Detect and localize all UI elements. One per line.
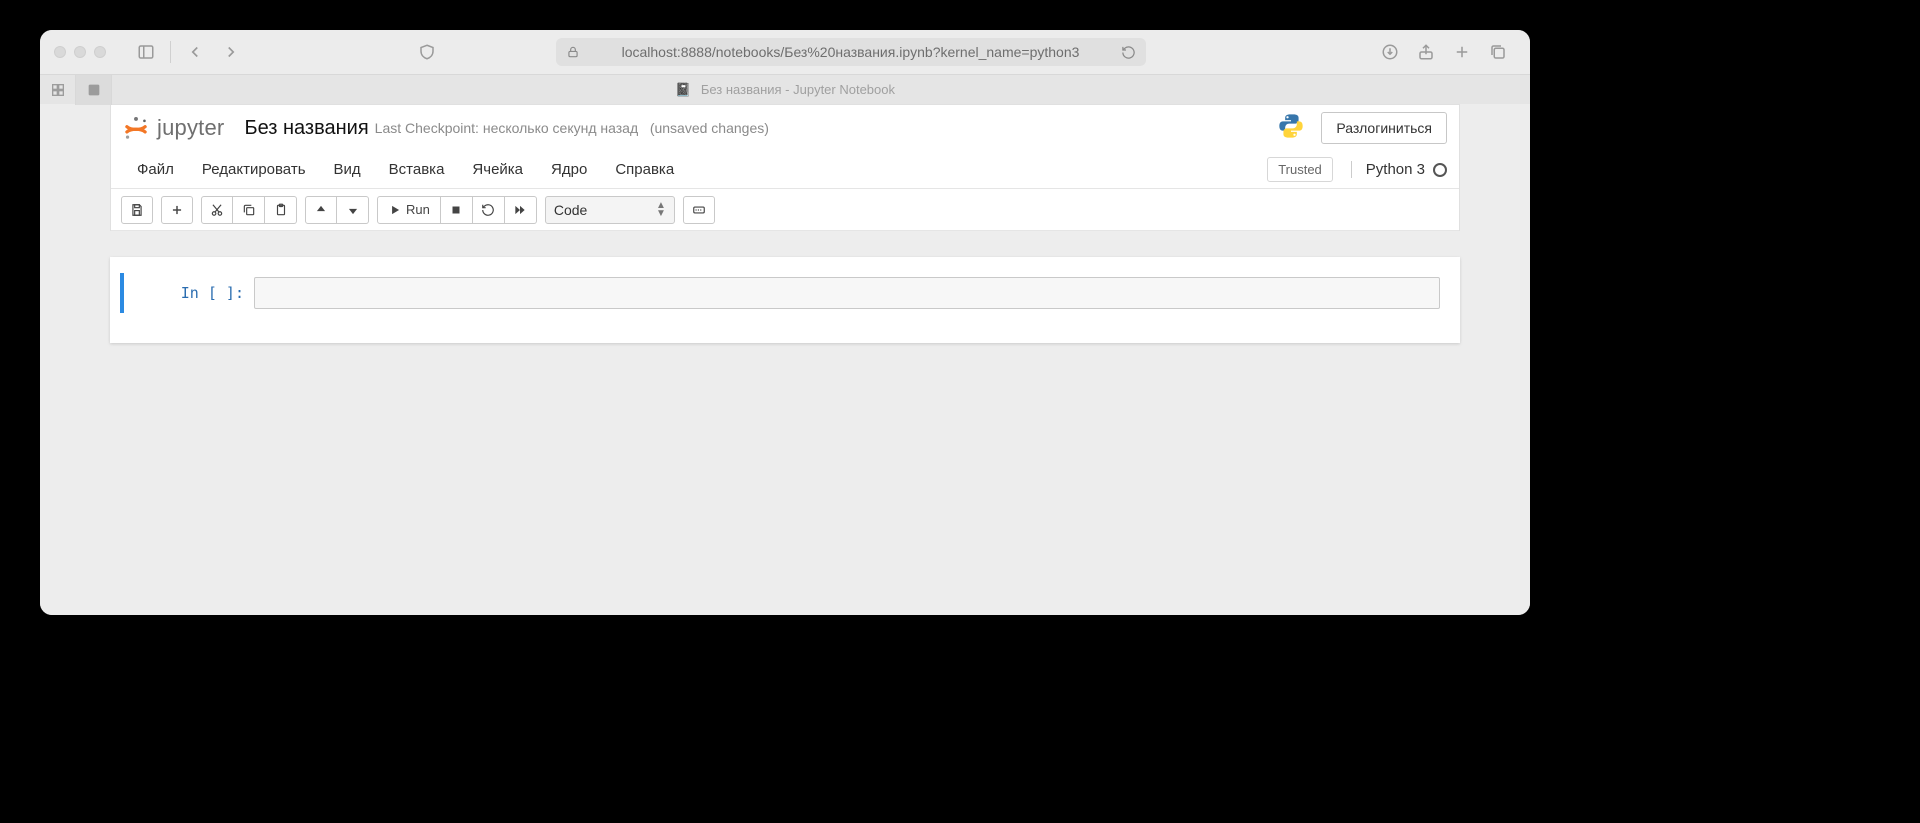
browser-tabstrip: 📓 Без названия - Jupyter Notebook	[40, 74, 1530, 104]
restart-button[interactable]	[473, 196, 505, 224]
address-bar[interactable]: localhost:8888/notebooks/Без%20названия.…	[556, 38, 1146, 66]
cell-code-input[interactable]	[254, 277, 1440, 309]
forward-icon[interactable]	[219, 40, 243, 64]
python-logo-icon	[1277, 112, 1305, 145]
jupyter-brand-text: jupyter	[157, 115, 224, 141]
checkpoint-info: Last Checkpoint: несколько секунд назад …	[375, 120, 769, 136]
notebook-title[interactable]: Без названия	[244, 117, 368, 140]
move-down-button[interactable]	[337, 196, 369, 224]
jupyter-header-container: jupyter Без названия Last Checkpoint: не…	[110, 104, 1460, 231]
kernel-indicator[interactable]: Python 3	[1351, 161, 1447, 178]
jupyter-header: jupyter Без названия Last Checkpoint: не…	[111, 105, 1459, 151]
browser-window: localhost:8888/notebooks/Без%20названия.…	[40, 30, 1530, 615]
shield-icon[interactable]	[415, 40, 439, 64]
active-tab-title: 📓 Без названия - Jupyter Notebook	[40, 82, 1530, 98]
logout-label: Разлогиниться	[1336, 120, 1432, 136]
notebook-body: In [ ]:	[40, 231, 1530, 369]
notebook-icon: 📓	[675, 82, 691, 97]
cell-prompt: In [ ]:	[124, 277, 254, 309]
checkpoint-time: несколько секунд назад	[483, 120, 638, 136]
interrupt-button[interactable]	[441, 196, 473, 224]
command-palette-button[interactable]	[683, 196, 715, 224]
menu-help[interactable]: Справка	[601, 155, 688, 184]
menu-file[interactable]: Файл	[123, 155, 188, 184]
insert-cell-button[interactable]	[161, 196, 193, 224]
page-content: jupyter Без названия Last Checkpoint: не…	[40, 104, 1530, 615]
cell-type-value: Code	[554, 202, 587, 218]
move-up-button[interactable]	[305, 196, 337, 224]
menu-cell[interactable]: Ячейка	[458, 155, 537, 184]
trusted-indicator[interactable]: Trusted	[1267, 157, 1333, 182]
reload-icon[interactable]	[1121, 45, 1136, 60]
jupyter-logo[interactable]: jupyter	[123, 115, 224, 141]
pinned-tab-2[interactable]	[76, 75, 112, 105]
unsaved-label: (unsaved changes)	[650, 120, 769, 136]
run-label: Run	[406, 202, 430, 217]
share-icon[interactable]	[1414, 40, 1438, 64]
kernel-status-icon	[1433, 163, 1447, 177]
restart-run-all-button[interactable]	[505, 196, 537, 224]
paste-button[interactable]	[265, 196, 297, 224]
tab-title-text: Без названия - Jupyter Notebook	[701, 82, 895, 97]
cut-button[interactable]	[201, 196, 233, 224]
address-url: localhost:8888/notebooks/Без%20названия.…	[588, 44, 1113, 60]
pinned-tab-1[interactable]	[40, 75, 76, 105]
menu-view[interactable]: Вид	[320, 155, 375, 184]
lock-icon	[566, 45, 580, 59]
menu-insert[interactable]: Вставка	[375, 155, 459, 184]
minimize-window-button[interactable]	[74, 46, 86, 58]
downloads-icon[interactable]	[1378, 40, 1402, 64]
cell-type-select[interactable]: Code ▲▼	[545, 196, 675, 224]
run-button[interactable]: Run	[377, 196, 441, 224]
close-window-button[interactable]	[54, 46, 66, 58]
toolbar: Run Code ▲▼	[111, 189, 1459, 231]
copy-button[interactable]	[233, 196, 265, 224]
traffic-lights	[54, 46, 106, 58]
notebook-container: In [ ]:	[110, 257, 1460, 343]
checkpoint-label: Last Checkpoint:	[375, 120, 479, 136]
toolbar-separator	[170, 41, 171, 63]
menubar: Файл Редактировать Вид Вставка Ячейка Яд…	[111, 151, 1459, 189]
sidebar-toggle-icon[interactable]	[134, 40, 158, 64]
back-icon[interactable]	[183, 40, 207, 64]
browser-titlebar: localhost:8888/notebooks/Без%20названия.…	[40, 30, 1530, 74]
tabs-overview-icon[interactable]	[1486, 40, 1510, 64]
save-button[interactable]	[121, 196, 153, 224]
select-chevron-icon: ▲▼	[656, 202, 666, 218]
logout-button[interactable]: Разлогиниться	[1321, 112, 1447, 144]
maximize-window-button[interactable]	[94, 46, 106, 58]
new-tab-icon[interactable]	[1450, 40, 1474, 64]
menu-kernel[interactable]: Ядро	[537, 155, 601, 184]
code-cell[interactable]: In [ ]:	[120, 273, 1450, 313]
kernel-name: Python 3	[1366, 161, 1425, 178]
menu-edit[interactable]: Редактировать	[188, 155, 320, 184]
